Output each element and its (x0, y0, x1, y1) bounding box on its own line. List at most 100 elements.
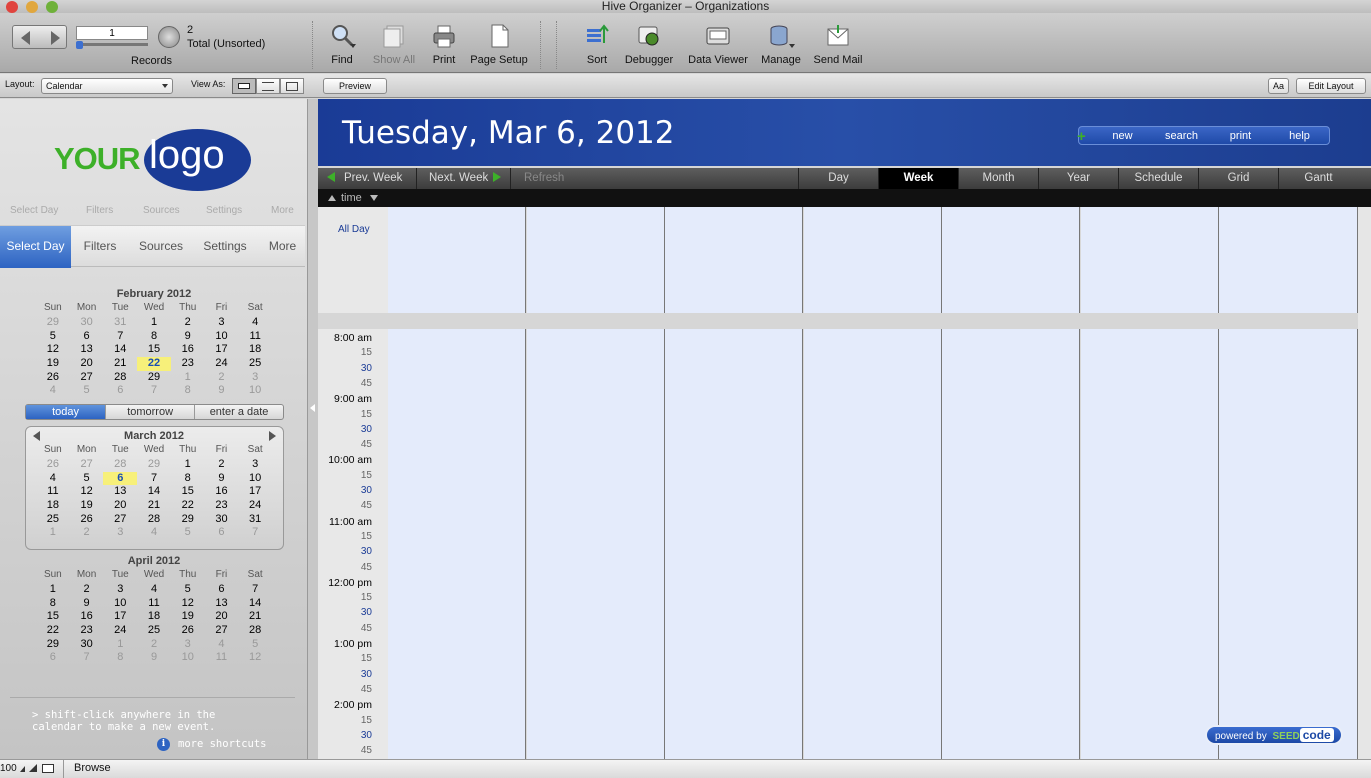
calendar-day[interactable]: 2 (70, 583, 104, 597)
calendar-day[interactable]: 7 (70, 651, 104, 665)
calendar-day[interactable]: 1 (36, 526, 70, 540)
print-calendar-button[interactable]: print (1211, 130, 1270, 142)
calendar-day[interactable]: 6 (205, 526, 239, 540)
calendar-day[interactable]: 23 (70, 624, 104, 638)
calendar-day[interactable]: 8 (103, 651, 137, 665)
calendar-day[interactable]: 2 (137, 638, 171, 652)
calendar-day[interactable]: 29 (36, 316, 70, 330)
page-setup-button[interactable]: Page Setup (468, 23, 530, 66)
calendar-day[interactable]: 27 (205, 624, 239, 638)
view-tab-week[interactable]: Week (878, 168, 958, 189)
sort-button[interactable]: Sort (581, 23, 613, 66)
calendar-day[interactable]: 8 (171, 472, 205, 486)
calendar-day[interactable]: 25 (36, 513, 70, 527)
calendar-day[interactable]: 11 (137, 597, 171, 611)
calendar-day[interactable]: 19 (70, 499, 104, 513)
calendar-day[interactable]: 8 (171, 384, 205, 398)
slider-thumb[interactable] (76, 41, 83, 49)
calendar-day[interactable]: 10 (171, 651, 205, 665)
calendar-day[interactable]: 24 (238, 499, 272, 513)
calendar-day[interactable]: 16 (205, 485, 239, 499)
calendar-day[interactable]: 6 (103, 384, 137, 398)
calendar-day[interactable]: 5 (171, 526, 205, 540)
calendar-day[interactable]: 30 (70, 638, 104, 652)
debugger-button[interactable]: Debugger (622, 23, 676, 66)
view-tab-gantt[interactable]: Gantt (1278, 168, 1358, 189)
day-column[interactable] (804, 207, 942, 313)
day-column[interactable] (1219, 207, 1358, 313)
record-book[interactable] (12, 25, 67, 49)
help-button[interactable]: help (1270, 130, 1329, 142)
pane-divider[interactable] (308, 99, 318, 759)
calendar-day[interactable]: 17 (205, 343, 239, 357)
calendar-day[interactable]: 11 (238, 330, 272, 344)
send-mail-button[interactable]: Send Mail (810, 23, 866, 66)
calendar-day[interactable]: 4 (205, 638, 239, 652)
calendar-day[interactable]: 9 (70, 597, 104, 611)
calendar-day[interactable]: 19 (171, 610, 205, 624)
info-icon[interactable]: i (157, 738, 170, 751)
calendar-day[interactable]: 17 (103, 610, 137, 624)
calendar-day[interactable]: 10 (103, 597, 137, 611)
calendar-day[interactable]: 30 (205, 513, 239, 527)
calendar-day[interactable]: 30 (70, 316, 104, 330)
view-as-list-button[interactable] (256, 78, 280, 94)
calendar-day[interactable]: 9 (205, 384, 239, 398)
record-slider[interactable] (76, 41, 148, 49)
day-column[interactable] (1081, 207, 1219, 313)
calendar-day[interactable]: 29 (137, 458, 171, 472)
tab-settings[interactable]: Settings (194, 226, 256, 268)
calendar-day[interactable]: 26 (171, 624, 205, 638)
calendar-day[interactable]: 10 (238, 384, 272, 398)
search-button[interactable]: search (1152, 130, 1211, 142)
calendar-day[interactable]: 15 (36, 610, 70, 624)
calendar-day[interactable]: 4 (137, 526, 171, 540)
calendar-day[interactable]: 26 (70, 513, 104, 527)
powered-by-badge[interactable]: powered by SEED code (1205, 725, 1343, 745)
down-arrow-icon[interactable] (369, 195, 378, 201)
day-column[interactable] (388, 207, 526, 313)
calendar-day[interactable]: 20 (70, 357, 104, 371)
tab-select-day[interactable]: Select Day (0, 226, 71, 268)
calendar-day[interactable]: 29 (137, 371, 171, 385)
calendar-day[interactable]: 10 (205, 330, 239, 344)
calendar-day[interactable]: 29 (171, 513, 205, 527)
calendar-day[interactable]: 6 (205, 583, 239, 597)
calendar-day[interactable]: 12 (238, 651, 272, 665)
calendar-day[interactable]: 10 (238, 472, 272, 486)
new-button[interactable]: + new (1077, 128, 1152, 145)
up-arrow-icon[interactable] (328, 195, 336, 201)
edit-layout-button[interactable]: Edit Layout (1296, 78, 1366, 94)
calendar-day[interactable]: 20 (103, 499, 137, 513)
calendar-day[interactable]: 8 (36, 597, 70, 611)
data-viewer-button[interactable]: Data Viewer (685, 23, 751, 66)
calendar-day[interactable]: 22 (171, 499, 205, 513)
calendar-day[interactable]: 21 (103, 357, 137, 371)
calendar-day[interactable]: 22 (137, 357, 171, 371)
calendar-day[interactable]: 22 (36, 624, 70, 638)
record-number-field[interactable] (76, 26, 148, 40)
calendar-day[interactable]: 7 (238, 583, 272, 597)
minimize-window-button[interactable] (26, 1, 38, 13)
calendar-day[interactable]: 25 (137, 624, 171, 638)
tab-sources[interactable]: Sources (132, 226, 190, 268)
refresh-button[interactable]: Refresh (524, 168, 564, 189)
calendar-day[interactable]: 11 (36, 485, 70, 499)
calendar-day[interactable]: 5 (171, 583, 205, 597)
calendar-day[interactable]: 18 (137, 610, 171, 624)
calendar-day[interactable]: 7 (103, 330, 137, 344)
next-week-button[interactable]: Next. Week (429, 168, 502, 189)
calendar-day[interactable]: 14 (137, 485, 171, 499)
next-record-icon[interactable] (51, 31, 60, 45)
calendar-day[interactable]: 7 (238, 526, 272, 540)
day-column[interactable] (665, 207, 803, 313)
calendar-day[interactable]: 13 (70, 343, 104, 357)
calendar-day[interactable]: 4 (36, 472, 70, 486)
calendar-day[interactable]: 6 (103, 471, 138, 486)
calendar-day[interactable]: 2 (70, 526, 104, 540)
calendar-day[interactable]: 29 (36, 638, 70, 652)
calendar-day[interactable]: 3 (238, 458, 272, 472)
show-all-button[interactable]: Show All (370, 23, 418, 66)
calendar-day[interactable]: 2 (171, 316, 205, 330)
calendar-day[interactable]: 1 (171, 371, 205, 385)
